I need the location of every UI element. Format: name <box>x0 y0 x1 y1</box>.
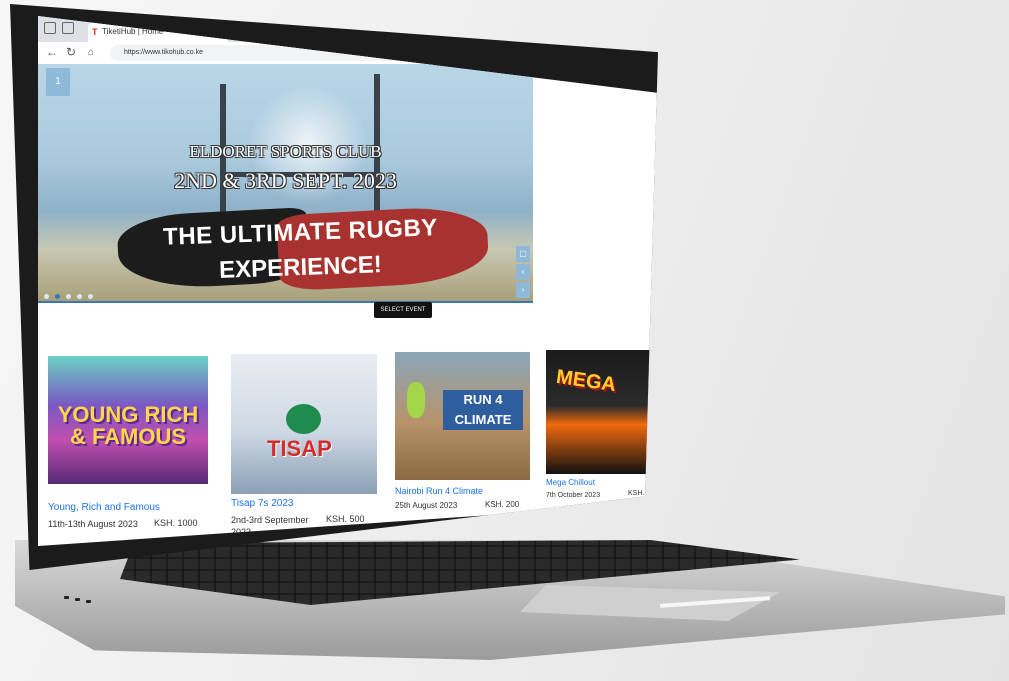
close-tab-icon[interactable]: × <box>217 22 222 42</box>
event-title[interactable]: Nairobi Run 4 Climate <box>395 486 483 496</box>
home-icon[interactable]: ⌂ <box>88 47 94 58</box>
poster-text: MEGA <box>554 365 618 397</box>
carousel-dot[interactable] <box>88 294 93 299</box>
event-price: KSH. 200 <box>485 500 520 509</box>
event-date: 11th-13th August 2023 <box>48 519 138 529</box>
new-tab-icon[interactable]: + <box>238 24 245 38</box>
hero-venue: ELDORET SPORTS CLUB <box>189 142 382 161</box>
url-text: https://www.tikohub.co.ke <box>124 49 203 56</box>
laptop-lid: T TiketiHub | Home × + ← ↻ ⌂ https://www… <box>10 4 658 570</box>
usb-port <box>86 600 91 603</box>
tab-actions-icon[interactable] <box>62 22 74 34</box>
window-menu-icon[interactable] <box>44 22 56 34</box>
poster-text: TISAP <box>267 436 332 461</box>
event-title[interactable]: Young, Rich and Famous <box>48 502 160 513</box>
event-price: KSH. 1000 <box>154 518 198 528</box>
event-poster-mega-chillout[interactable]: MEGA <box>546 350 658 474</box>
browser-tab[interactable]: T TiketiHub | Home × <box>88 22 228 42</box>
event-poster-young-rich-famous[interactable]: YOUNG RICH & FAMOUS <box>48 356 208 496</box>
event-title[interactable]: Mega Chillout <box>546 478 595 487</box>
back-icon[interactable]: ← <box>46 45 58 59</box>
rugby-ball-icon <box>286 404 321 434</box>
carousel-dot[interactable] <box>44 294 49 299</box>
poster-text: YOUNG RICH & FAMOUS <box>57 402 199 449</box>
address-bar[interactable]: https://www.tikohub.co.ke <box>110 45 630 61</box>
reload-icon[interactable]: ↻ <box>66 45 76 59</box>
tab-title: TiketiHub | Home <box>102 27 164 36</box>
event-poster-run-4-climate[interactable]: RUN 4 CLIMATE <box>395 352 530 480</box>
favicon-icon: T <box>92 27 98 37</box>
event-title[interactable]: Tisap 7s 2023 <box>231 498 293 509</box>
share-icon[interactable]: ⇪ <box>583 46 590 55</box>
carousel-indicators <box>44 286 99 302</box>
poster-text: RUN 4 CLIMATE <box>443 390 523 430</box>
hero-dates: 2ND & 3RD SEPT. 2023 <box>174 168 397 193</box>
laptop-screen: T TiketiHub | Home × + ← ↻ ⌂ https://www… <box>38 16 658 546</box>
carousel-dot[interactable] <box>77 294 82 299</box>
runner-icon <box>407 382 425 418</box>
usb-port <box>75 598 80 601</box>
usb-port <box>64 596 69 599</box>
hero-carousel: 1 ELDORET SPORTS CLUB 2ND & 3RD SEPT. 20… <box>38 64 533 302</box>
slide-number-badge: 1 <box>46 68 70 96</box>
carousel-next-icon[interactable]: › <box>516 282 530 298</box>
carousel-fullscreen-icon[interactable]: ▢ <box>516 246 530 262</box>
select-event-button[interactable]: SELECT EVENT <box>374 302 432 318</box>
carousel-dot[interactable] <box>66 294 71 299</box>
hero-divider <box>38 301 533 303</box>
event-price: KSH. 500 <box>326 514 365 524</box>
event-date: 2nd-3rd September 2023 <box>231 515 309 537</box>
event-poster-tisap[interactable]: TISAP <box>231 354 377 494</box>
carousel-prev-icon[interactable]: ‹ <box>516 264 530 280</box>
carousel-dot-active[interactable] <box>55 294 60 299</box>
event-date: 25th August 2023 <box>395 501 458 510</box>
sponsor-logos <box>48 484 208 496</box>
